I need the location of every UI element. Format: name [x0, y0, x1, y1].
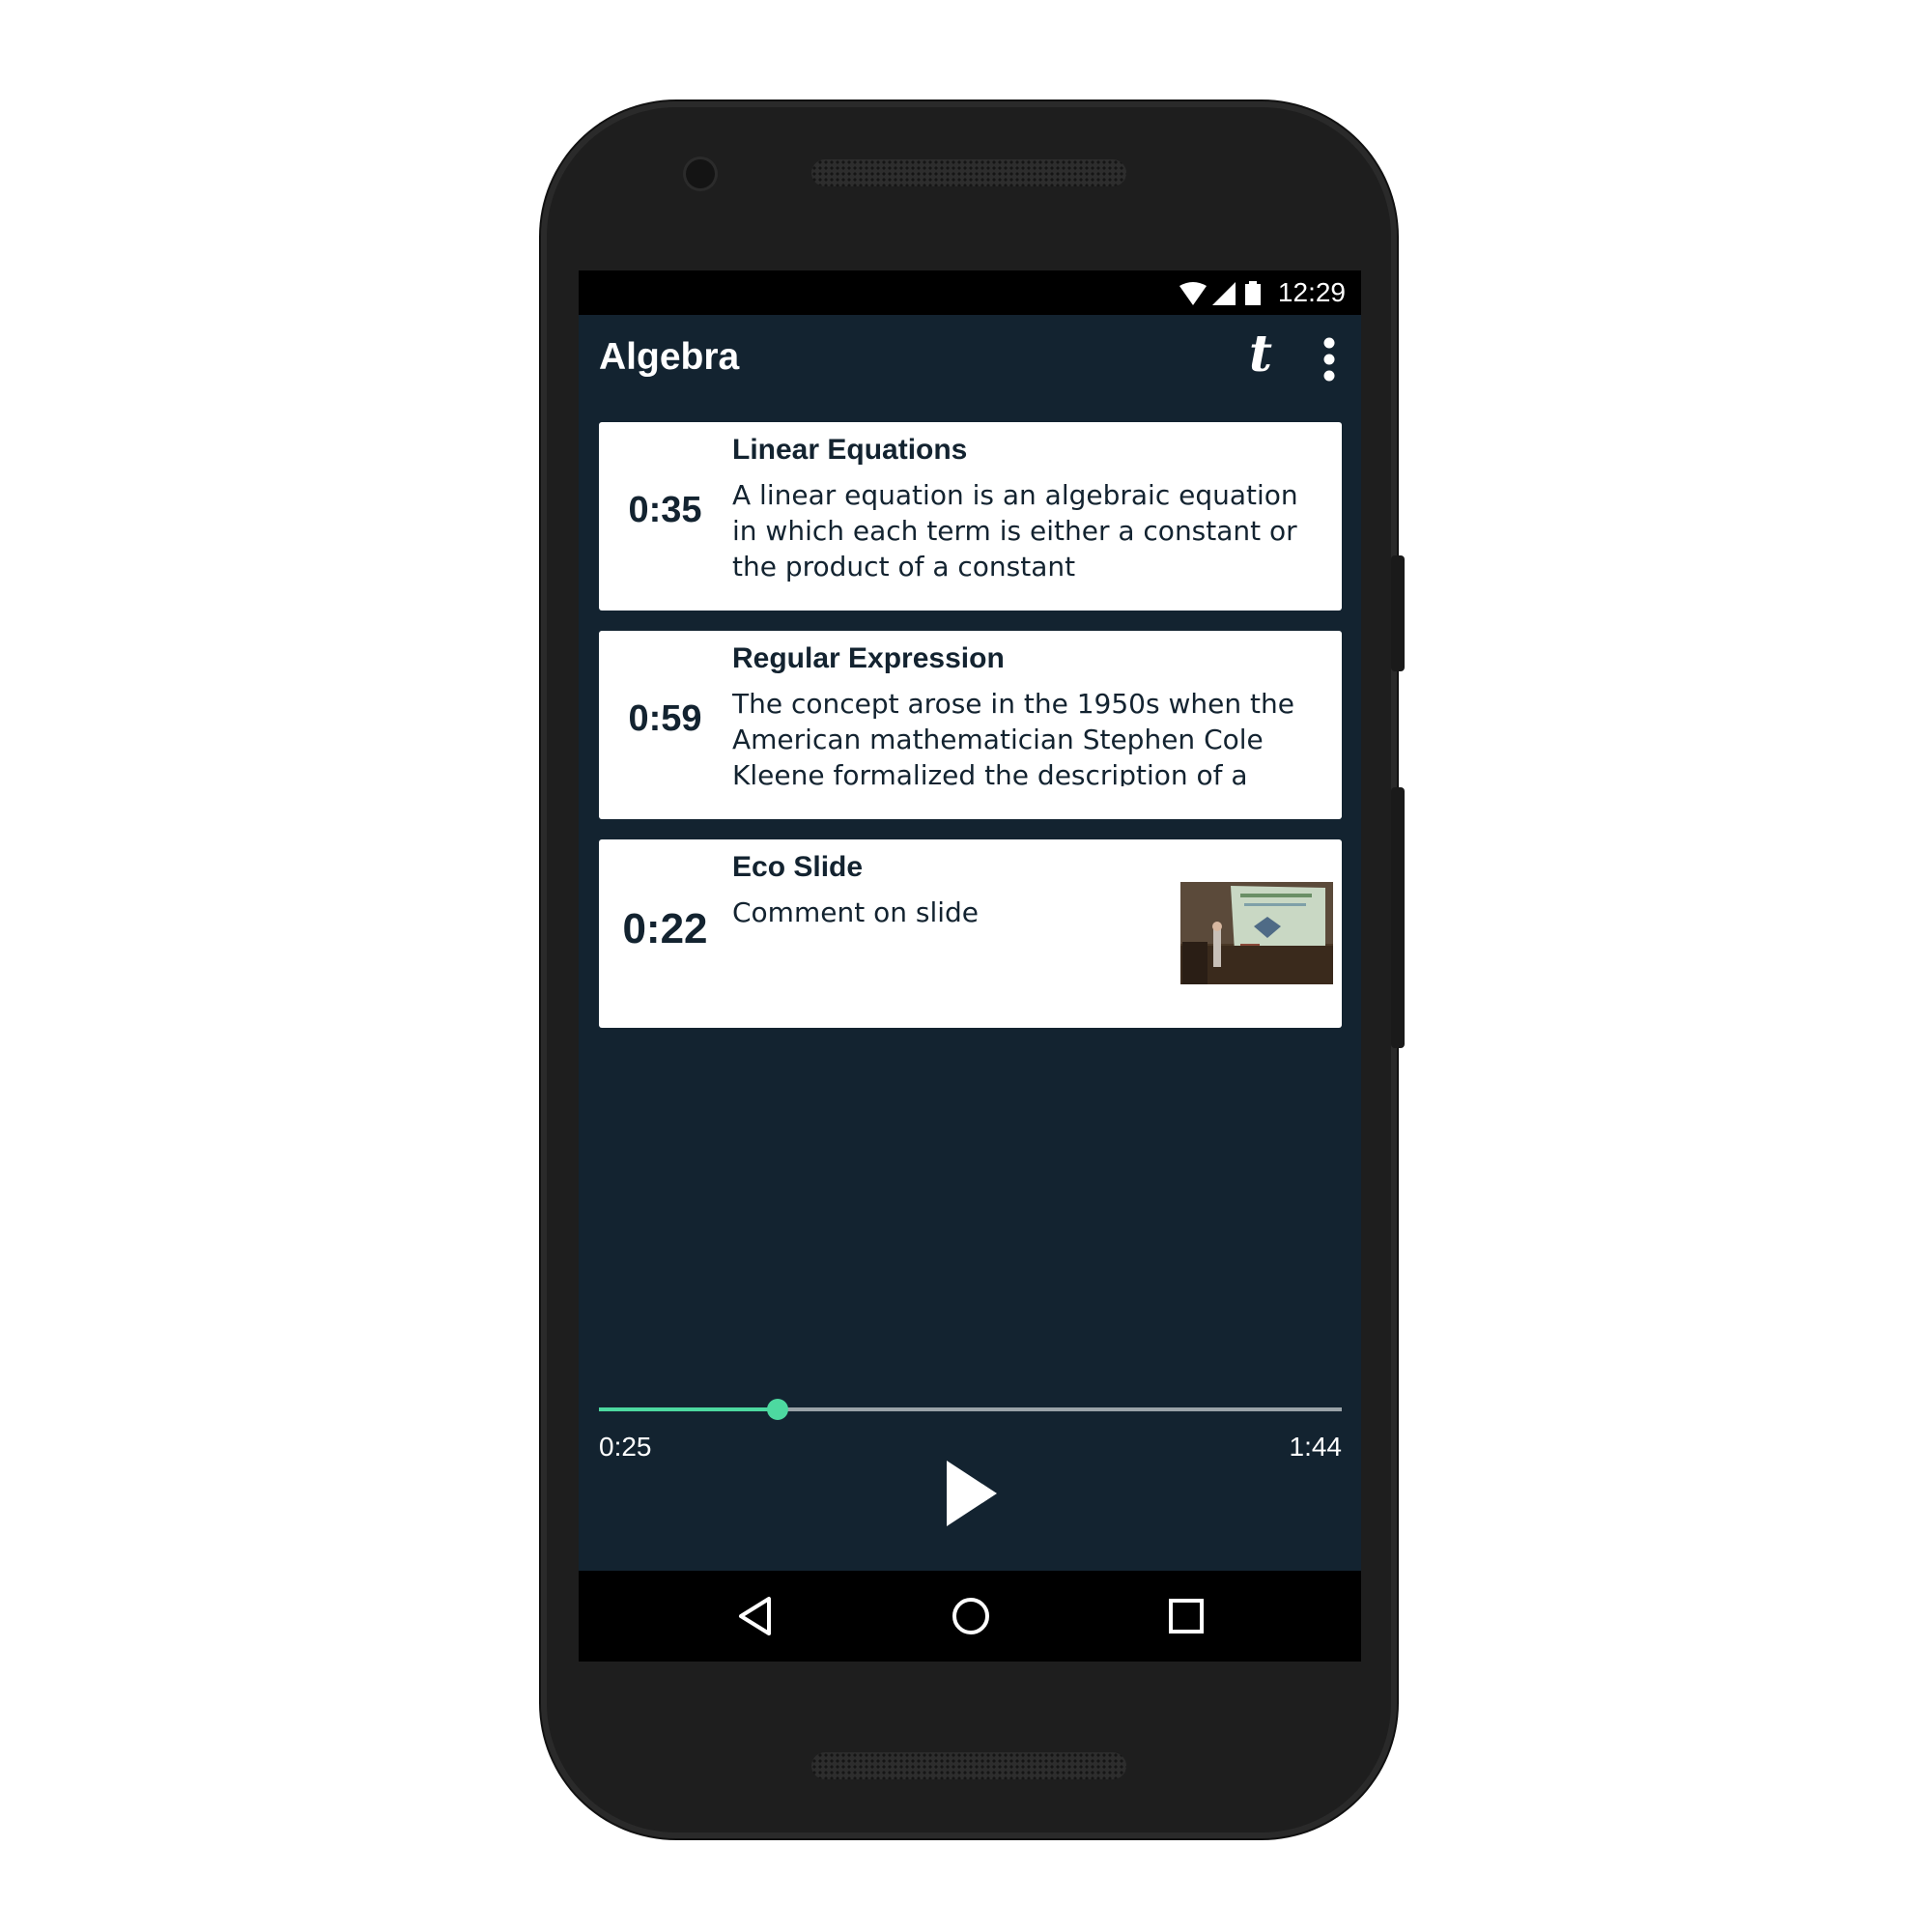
phone-volume-button: [1391, 787, 1405, 1048]
card-timestamp: 0:22: [622, 905, 708, 952]
wifi-icon: [1179, 282, 1207, 305]
card-timestamp: 0:59: [628, 698, 702, 739]
current-time: 0:25: [599, 1432, 652, 1462]
card-timestamp: 0:35: [628, 490, 702, 530]
list-item[interactable]: 0:22 Eco Slide Comment on slide: [599, 839, 1342, 1028]
signal-icon: [1212, 282, 1236, 305]
bottom-speaker: [811, 1752, 1126, 1779]
status-time: 12:29: [1277, 277, 1346, 307]
page-title: Algebra: [599, 336, 740, 378]
play-icon[interactable]: [943, 1457, 1001, 1530]
front-camera: [686, 159, 715, 188]
card-description: A linear equation is an algebraic equati…: [732, 479, 1298, 582]
list-item[interactable]: 0:35 Linear Equations A linear equation …: [599, 422, 1342, 611]
top-speaker: [811, 159, 1126, 186]
more-vert-icon[interactable]: [1322, 336, 1336, 383]
back-icon[interactable]: [734, 1594, 779, 1638]
card-description: The concept arose in the 1950s when the …: [732, 688, 1294, 786]
card-title: Eco Slide: [732, 851, 864, 883]
battery-icon: [1245, 284, 1261, 305]
seek-thumb[interactable]: [767, 1399, 788, 1420]
card-description: Comment on slide: [732, 896, 980, 928]
seek-progress: [599, 1407, 778, 1411]
list-item[interactable]: 0:59 Regular Expression The concept aros…: [599, 631, 1342, 819]
phone-power-button: [1391, 555, 1405, 671]
card-title: Regular Expression: [732, 642, 1005, 674]
slide-thumbnail-image[interactable]: [1180, 882, 1333, 984]
recents-icon[interactable]: [1164, 1594, 1208, 1638]
slide-thumbnail-picture: [1180, 882, 1333, 984]
screen: 12:29 Algebra t 0:35 Linear Equations A …: [579, 270, 1361, 1662]
navigation-bar: [579, 1571, 1361, 1662]
home-icon[interactable]: [949, 1594, 993, 1638]
total-time: 1:44: [1289, 1432, 1343, 1462]
card-title: Linear Equations: [732, 434, 968, 466]
t-icon[interactable]: t: [1249, 325, 1272, 384]
status-bar: 12:29: [579, 270, 1361, 315]
status-icons: [1179, 281, 1261, 305]
seek-bar[interactable]: [599, 1396, 1342, 1425]
app-bar: Algebra t: [579, 315, 1361, 404]
